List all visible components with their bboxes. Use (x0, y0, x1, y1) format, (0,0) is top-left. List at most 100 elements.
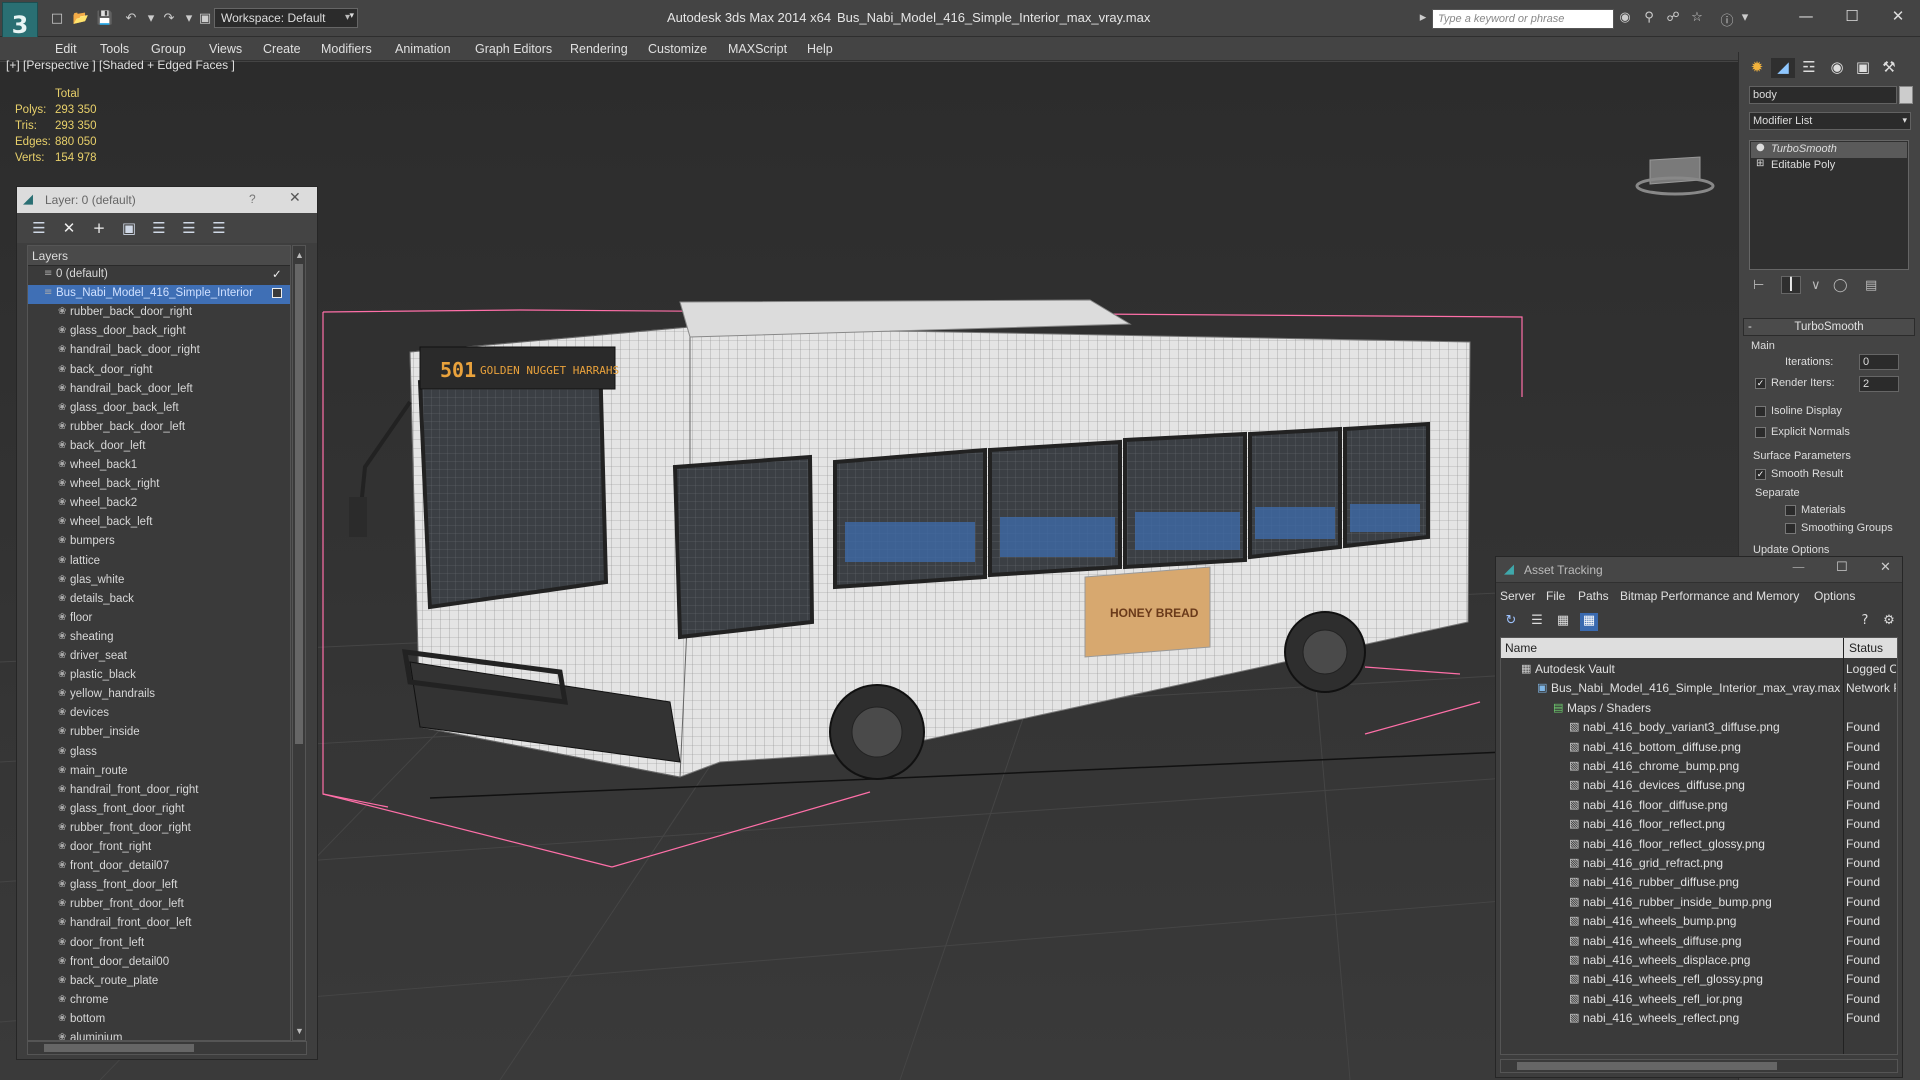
layer-row[interactable]: ❀ handrail_front_door_left (28, 915, 290, 934)
create-layer-icon[interactable]: ☰ (29, 219, 49, 237)
asset-row[interactable]: ▧ nabi_416_grid_refract.png Found (1501, 854, 1897, 873)
layer-row[interactable]: ❀ glass_front_door_left (28, 877, 290, 896)
close-icon[interactable]: ✕ (289, 190, 301, 206)
layer-row[interactable]: ❀ back_door_right (28, 362, 290, 381)
layers-column-header[interactable]: Layers (28, 246, 290, 266)
layer-row[interactable]: ❀ lattice (28, 553, 290, 572)
help-button[interactable]: ? (249, 192, 256, 206)
layer-row[interactable]: ❀ chrome (28, 992, 290, 1011)
configure-sets-icon[interactable]: ▤ (1865, 278, 1877, 293)
favorites-star-icon[interactable]: ☆ (1688, 10, 1706, 28)
undo-dropdown-icon[interactable]: ▾ (142, 9, 160, 27)
layer-list[interactable]: Layers ≡ 0 (default) ✓ ≡ Bus_Nabi_Model_416_… (27, 245, 291, 1041)
viewcube[interactable] (1635, 156, 1715, 196)
layer-row[interactable]: ❀ rubber_back_door_left (28, 419, 290, 438)
motion-tab-icon[interactable]: ◉ (1825, 58, 1849, 78)
save-icon[interactable]: 💾 (96, 9, 114, 27)
search-expand-icon[interactable]: ▸ (1414, 10, 1432, 28)
layer-row[interactable]: ❀ details_back (28, 591, 290, 610)
layer-row[interactable]: ❀ back_route_plate (28, 973, 290, 992)
layer-row[interactable]: ❀ rubber_front_door_right (28, 820, 290, 839)
object-color-swatch[interactable] (1899, 86, 1913, 104)
layer-list-vscroll[interactable]: ▲ ▼ (292, 245, 306, 1041)
layer-row[interactable]: ❀ door_front_right (28, 839, 290, 858)
expand-plus-icon[interactable]: ⊞ (1756, 158, 1764, 169)
layer-row[interactable]: ❀ glass_door_back_left (28, 400, 290, 419)
viewport-label[interactable]: [+] [Perspective ] [Shaded + Edged Faces… (6, 58, 235, 72)
menu-file[interactable]: File (1546, 589, 1565, 603)
menu-modifiers[interactable]: Modifiers (321, 42, 372, 56)
layer-panel-header[interactable]: ◢ Layer: 0 (default) ? ✕ (17, 187, 317, 213)
table-view-icon[interactable]: ▦ (1580, 613, 1598, 631)
object-name-field[interactable]: body (1749, 86, 1897, 104)
hide-all-icon[interactable]: ☰ (179, 219, 199, 237)
active-layer-check-icon[interactable]: ✓ (272, 267, 282, 281)
explicit-normals-checkbox[interactable] (1755, 427, 1766, 438)
asset-row[interactable]: ▧ nabi_416_bottom_diffuse.png Found (1501, 738, 1897, 757)
remove-modifier-icon[interactable]: ◯ (1833, 278, 1848, 293)
asset-row[interactable]: ▤ Maps / Shaders (1501, 699, 1897, 718)
asset-row[interactable]: ▧ nabi_416_floor_reflect_glossy.png Found (1501, 835, 1897, 854)
materials-checkbox[interactable] (1785, 505, 1796, 516)
create-tab-icon[interactable]: ✹ (1745, 58, 1769, 78)
close-icon[interactable]: ✕ (1880, 4, 1916, 28)
lightbulb-icon[interactable]: ● (1756, 142, 1765, 153)
list-view-icon[interactable]: ☰ (1528, 613, 1546, 631)
layer-row[interactable]: ❀ front_door_detail00 (28, 954, 290, 973)
layer-row[interactable]: ❀ wheel_back1 (28, 457, 290, 476)
layer-row[interactable]: ❀ wheel_back_right (28, 476, 290, 495)
search-input[interactable]: Type a keyword or phrase (1432, 9, 1614, 29)
layer-row[interactable]: ❀ wheel_back_left (28, 514, 290, 533)
layer-row[interactable]: ❀ sheating (28, 629, 290, 648)
hscroll-thumb[interactable] (1517, 1062, 1777, 1070)
menu-tools[interactable]: Tools (100, 42, 129, 56)
asset-tracking-header[interactable]: ◢ Asset Tracking — ☐ ✕ (1496, 557, 1902, 583)
scroll-up-icon[interactable]: ▲ (295, 250, 304, 260)
layer-row[interactable]: ❀ handrail_front_door_right (28, 782, 290, 801)
layer-row[interactable]: ❀ wheel_back2 (28, 495, 290, 514)
asset-row[interactable]: ▧ nabi_416_rubber_inside_bump.png Found (1501, 893, 1897, 912)
asset-row[interactable]: ▧ nabi_416_chrome_bump.png Found (1501, 757, 1897, 776)
asset-row[interactable]: ▧ nabi_416_wheels_refl_ior.png Found (1501, 990, 1897, 1009)
layer-row[interactable]: ❀ handrail_back_door_right (28, 342, 290, 361)
scroll-thumb[interactable] (295, 264, 303, 744)
layer-row[interactable]: ❀ back_door_left (28, 438, 290, 457)
asset-row[interactable]: ▣ Bus_Nabi_Model_416_Simple_Interior_max_… (1501, 679, 1897, 698)
layer-row[interactable]: ❀ glass_front_door_right (28, 801, 290, 820)
help-dropdown-icon[interactable]: ▾ (1736, 10, 1754, 28)
menu-edit[interactable]: Edit (55, 42, 77, 56)
add-to-layer-icon[interactable]: + (89, 219, 109, 237)
stack-item-editable-poly[interactable]: ⊞ Editable Poly (1751, 158, 1907, 174)
layer-row[interactable]: ≡ Bus_Nabi_Model_416_Simple_Interior (28, 285, 290, 305)
layer-row[interactable]: ❀ glass_door_back_right (28, 323, 290, 342)
workspace-expand-icon[interactable]: ▾ (345, 9, 357, 27)
new-file-icon[interactable]: □ (48, 9, 66, 27)
help-icon[interactable]: ⓘ (1718, 10, 1736, 29)
asset-table[interactable]: Name Status ▦ Autodesk Vault Logged O ▣ Bus_… (1500, 637, 1898, 1055)
menu-options[interactable]: Options (1814, 589, 1855, 603)
utilities-tab-icon[interactable]: ⚒ (1877, 58, 1901, 78)
layer-row[interactable]: ❀ rubber_inside (28, 724, 290, 743)
open-file-icon[interactable]: 📂 (72, 9, 90, 27)
asset-row[interactable]: ▧ nabi_416_body_variant3_diffuse.png Found (1501, 718, 1897, 737)
asset-row[interactable]: ▧ nabi_416_wheels_refl_glossy.png Found (1501, 970, 1897, 989)
refresh-icon[interactable]: ↻ (1502, 613, 1520, 631)
set-current-checkbox[interactable] (272, 288, 282, 299)
close-icon[interactable]: ✕ (1880, 560, 1891, 575)
layer-row[interactable]: ❀ floor (28, 610, 290, 629)
layer-row[interactable]: ❀ bumpers (28, 533, 290, 552)
turbosmooth-rollout[interactable]: - TurboSmooth (1743, 318, 1915, 336)
show-end-result-icon[interactable]: ┃ (1781, 276, 1801, 294)
modifier-list-dropdown[interactable]: Modifier List ▾ (1749, 112, 1911, 130)
communication-icon[interactable]: ☍ (1664, 10, 1682, 28)
asset-row[interactable]: ▧ nabi_416_wheels_reflect.png Found (1501, 1009, 1897, 1028)
layer-row[interactable]: ❀ driver_seat (28, 648, 290, 667)
menu-paths[interactable]: Paths (1578, 589, 1609, 603)
thumbnail-view-icon[interactable]: ▦ (1554, 613, 1572, 631)
minimize-icon[interactable]: — (1788, 4, 1824, 28)
hscroll-thumb[interactable] (44, 1044, 194, 1052)
name-column-header[interactable]: Name (1505, 641, 1537, 655)
layer-row[interactable]: ❀ yellow_handrails (28, 686, 290, 705)
asset-table-hscroll[interactable] (1500, 1059, 1898, 1073)
menu-animation[interactable]: Animation (395, 42, 451, 56)
